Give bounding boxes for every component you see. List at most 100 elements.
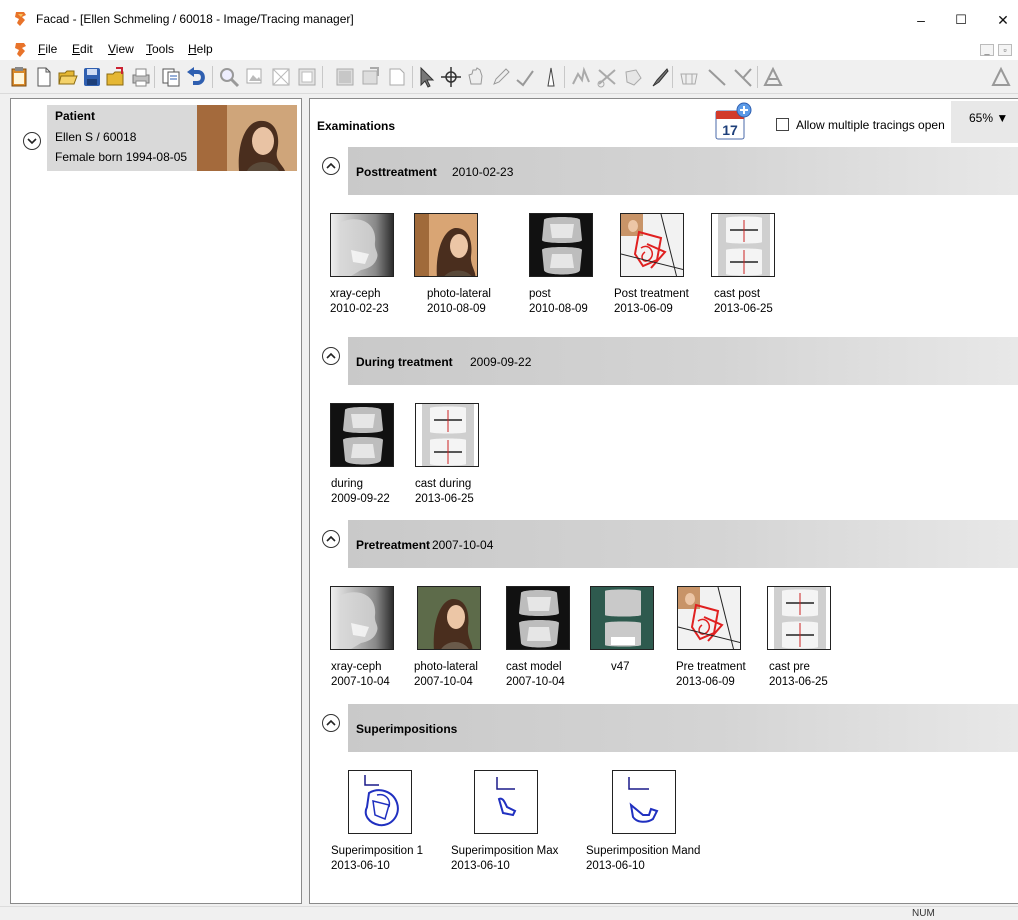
thumbnail-cast-dark[interactable] (529, 213, 593, 277)
open-folder-icon[interactable] (57, 66, 79, 88)
toolbar-separator (212, 66, 213, 88)
tile-icon[interactable] (360, 66, 382, 88)
thumbnail-caption[interactable]: Superimposition Mand 2013-06-10 (586, 844, 700, 874)
examinations-panel: Examinations 17 Allow multiple tracings … (309, 98, 1018, 904)
image-select-icon[interactable] (244, 66, 266, 88)
cross-lines-icon[interactable] (732, 66, 754, 88)
pen-icon[interactable] (490, 66, 512, 88)
thumbnail-caption[interactable]: during 2009-09-22 (331, 477, 390, 507)
menu-help[interactable]: Help (188, 42, 213, 56)
cast-green-thumbnail-image (591, 587, 653, 649)
section-name: Posttreatment (356, 165, 437, 179)
thumbnail-cast-light[interactable] (415, 403, 479, 467)
teeth-icon[interactable] (678, 66, 700, 88)
menu-edit-label: dit (80, 42, 93, 56)
thumbnail-cast-green[interactable] (590, 586, 654, 650)
thumbnail-caption[interactable]: Post treatment 2013-06-09 (614, 287, 689, 317)
caliper-icon[interactable] (540, 66, 562, 88)
thumbnail-caption[interactable]: photo-lateral 2007-10-04 (414, 660, 478, 690)
super-mand-thumbnail-image (613, 771, 675, 833)
menu-edit[interactable]: Edit (72, 42, 93, 56)
thumbnail-caption[interactable]: Pre treatment 2013-06-09 (676, 660, 746, 690)
thumbnail-tracing[interactable] (677, 586, 741, 650)
crosshair-icon[interactable] (440, 66, 462, 88)
section-date: 2010-02-23 (452, 165, 514, 179)
zoom-icon[interactable] (218, 66, 240, 88)
triangle-outline-icon[interactable] (990, 66, 1012, 88)
maximize-button[interactable]: ☐ (946, 8, 976, 32)
thumbnail-date: 2010-08-09 (529, 303, 588, 315)
thumbnail-photo-green[interactable] (417, 586, 481, 650)
thumbnail-caption[interactable]: xray-ceph 2007-10-04 (331, 660, 390, 690)
mdi-restore-button[interactable]: ▫ (998, 44, 1012, 56)
section-collapse-button[interactable] (322, 714, 340, 732)
page-icon[interactable] (386, 66, 408, 88)
cast-dark-thumbnail-image (507, 587, 569, 649)
line-icon[interactable] (706, 66, 728, 88)
section-header[interactable]: Superimpositions (348, 704, 1018, 752)
thumbnail-caption[interactable]: cast pre 2013-06-25 (769, 660, 828, 690)
zoom-dropdown[interactable]: 65% ▼ (951, 101, 1018, 143)
mdi-minimize-button[interactable]: _ (980, 44, 994, 56)
cut-icon[interactable] (596, 66, 618, 88)
section-collapse-button[interactable] (322, 157, 340, 175)
undo-icon[interactable] (186, 66, 208, 88)
fit-icon[interactable] (270, 66, 292, 88)
thumbnail-xray[interactable] (330, 586, 394, 650)
patient-expand-button[interactable] (23, 132, 41, 150)
thumbnail-super-mand[interactable] (612, 770, 676, 834)
thumbnail-caption[interactable]: post 2010-08-09 (529, 287, 588, 317)
grid-icon[interactable] (296, 66, 318, 88)
cast-dark-thumbnail-image (530, 214, 592, 276)
thumbnail-cast-light[interactable] (711, 213, 775, 277)
angle-icon[interactable] (514, 66, 536, 88)
minimize-button[interactable]: – (906, 8, 936, 32)
patient-card[interactable]: Patient Ellen S / 60018 Female born 1994… (47, 105, 297, 171)
section-header[interactable]: Posttreatment 2010-02-23 (348, 147, 1018, 195)
thumbnail-name: photo-lateral (427, 288, 491, 300)
hand-icon[interactable] (465, 66, 487, 88)
thumbnail-caption[interactable]: v47 (611, 660, 630, 675)
document-app-icon[interactable] (14, 42, 28, 58)
menu-tools[interactable]: Tools (146, 42, 174, 56)
export-folder-icon[interactable] (105, 66, 127, 88)
picture-icon[interactable] (334, 66, 356, 88)
thumbnail-super-full[interactable] (348, 770, 412, 834)
arrow-pointer-icon[interactable] (416, 66, 438, 88)
facad-app-icon (15, 12, 26, 26)
thumbnail-caption[interactable]: Superimposition Max 2013-06-10 (451, 844, 558, 874)
thumbnail-cast-light[interactable] (767, 586, 831, 650)
section-date: 2009-09-22 (470, 355, 532, 369)
section-header[interactable]: During treatment 2009-09-22 (348, 337, 1018, 385)
print-icon[interactable] (130, 66, 152, 88)
close-button[interactable]: ✕ (988, 8, 1018, 32)
menu-file[interactable]: File (38, 42, 57, 56)
thumbnail-caption[interactable]: cast model 2007-10-04 (506, 660, 565, 690)
thumbnail-photo[interactable] (414, 213, 478, 277)
thumbnail-caption[interactable]: photo-lateral 2010-08-09 (427, 287, 491, 317)
thumbnail-tracing[interactable] (620, 213, 684, 277)
thumbnail-caption[interactable]: xray-ceph 2010-02-23 (330, 287, 389, 317)
tooth-icon[interactable] (570, 66, 592, 88)
section-collapse-button[interactable] (322, 530, 340, 548)
allow-multiple-checkbox[interactable] (776, 118, 789, 131)
new-document-icon[interactable] (33, 66, 55, 88)
section-collapse-button[interactable] (322, 347, 340, 365)
thumbnail-super-max[interactable] (474, 770, 538, 834)
thumbnail-xray[interactable] (330, 213, 394, 277)
thumbnail-caption[interactable]: cast during 2013-06-25 (415, 477, 474, 507)
thumbnail-caption[interactable]: cast post 2013-06-25 (714, 287, 773, 317)
triangle-icon[interactable] (762, 66, 784, 88)
menu-view[interactable]: View (108, 42, 134, 56)
thumbnail-date: 2013-06-09 (614, 303, 673, 315)
rotate-icon[interactable] (622, 66, 644, 88)
section-header[interactable]: Pretreatment 2007-10-04 (348, 520, 1018, 568)
brush-icon[interactable] (648, 66, 670, 88)
thumbnail-caption[interactable]: Superimposition 1 2013-06-10 (331, 844, 423, 874)
clipboard-icon[interactable] (8, 66, 30, 88)
thumbnail-cast-dark[interactable] (506, 586, 570, 650)
thumbnail-cast-dark[interactable] (330, 403, 394, 467)
copy-page-icon[interactable] (160, 66, 182, 88)
calendar-add-icon[interactable]: 17 (712, 101, 752, 141)
save-icon[interactable] (81, 66, 103, 88)
